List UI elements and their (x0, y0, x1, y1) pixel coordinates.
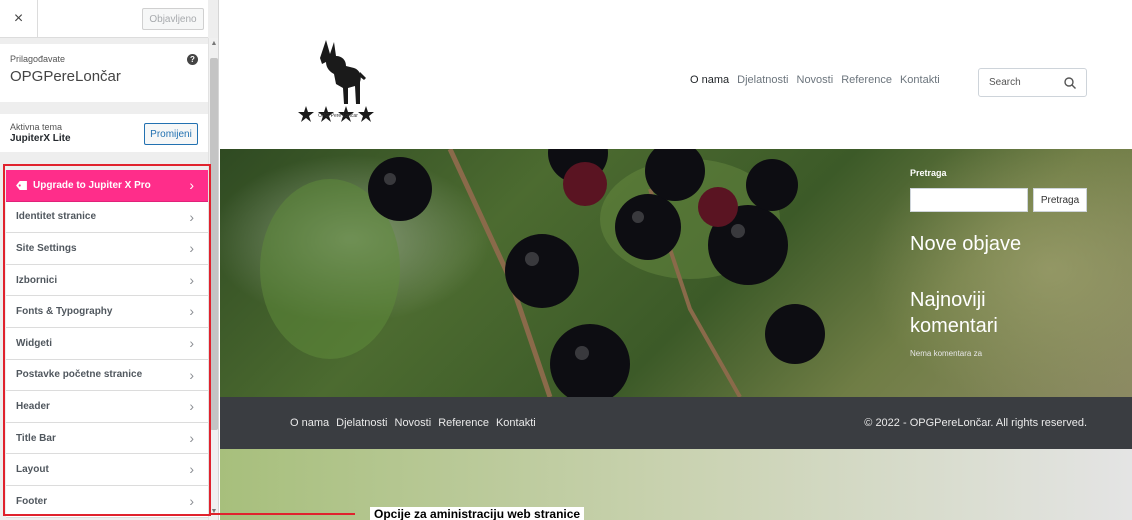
footer-nav-reference[interactable]: Reference (438, 417, 489, 429)
chevron-right-icon: › (189, 334, 194, 351)
nav-item-reference[interactable]: Reference (841, 74, 892, 86)
search-placeholder: Search (989, 77, 1021, 88)
menu-item-widgets[interactable]: Widgeti › (6, 327, 208, 360)
annotation-caption: Opcije za aministraciju web stranice (370, 507, 585, 520)
chevron-right-icon: › (189, 177, 194, 193)
chevron-right-icon: › (189, 398, 194, 415)
menu-item-label: Upgrade to Jupiter X Pro (33, 179, 151, 191)
footer-nav: O nama Djelatnosti Novosti Reference Kon… (290, 417, 536, 429)
scroll-up-arrow-icon[interactable]: ▲ (210, 40, 218, 50)
menu-item-footer[interactable]: Footer › (6, 485, 208, 518)
annotation-line (211, 513, 355, 515)
menu-item-upgrade-pro[interactable]: Upgrade to Jupiter X Pro › (6, 170, 208, 202)
menu-item-fonts-typography[interactable]: Fonts & Typography › (6, 296, 208, 328)
active-theme-label: Aktivna tema (10, 122, 63, 132)
logo-caption: OPG Pere Lončar (318, 113, 358, 119)
menu-item-label: Layout (16, 464, 49, 476)
menu-item-label: Postavke početne stranice (16, 369, 143, 381)
hero-blackberry-image: Pretraga Pretraga Nove objave Najnoviji … (220, 149, 1132, 397)
active-theme-panel: Aktivna tema JupiterX Lite Promijeni (0, 114, 208, 152)
no-comments-text: Nema komentara za (910, 349, 983, 358)
footer-nav-novosti[interactable]: Novosti (395, 417, 432, 429)
chevron-right-icon: › (189, 366, 194, 383)
header-search-input[interactable]: Search (978, 68, 1087, 97)
chevron-right-icon: › (189, 240, 194, 257)
menu-item-label: Fonts & Typography (16, 306, 113, 318)
customizer-screen: × Objavljeno Prilagođavate OPGPereLončar… (0, 0, 1132, 520)
nav-item-novosti[interactable]: Novosti (797, 74, 834, 86)
close-button[interactable]: × (0, 0, 38, 38)
menu-item-site-settings[interactable]: Site Settings › (6, 233, 208, 265)
menu-item-homepage-settings[interactable]: Postavke početne stranice › (6, 359, 208, 392)
footer-nav-djelatnosti[interactable]: Djelatnosti (336, 417, 387, 429)
chevron-right-icon: › (189, 461, 194, 478)
help-icon[interactable]: ? (187, 54, 198, 65)
sidebar-header: × Objavljeno (0, 0, 208, 38)
customizer-menu: Upgrade to Jupiter X Pro › Identitet str… (6, 170, 208, 518)
menu-item-label: Site Settings (16, 242, 77, 254)
chevron-right-icon: › (189, 303, 194, 320)
menu-item-layout[interactable]: Layout › (6, 454, 208, 486)
widget-search-button[interactable]: Pretraga (1033, 188, 1087, 212)
tag-icon (16, 180, 27, 190)
sidebar-scrollbar[interactable]: ▲ ▼ (208, 38, 218, 520)
publish-button[interactable]: Objavljeno (142, 8, 204, 30)
nav-item-djelatnosti[interactable]: Djelatnosti (737, 74, 788, 86)
chevron-right-icon: › (189, 429, 194, 446)
change-theme-button[interactable]: Promijeni (144, 123, 198, 145)
footer-nav-o-nama[interactable]: O nama (290, 417, 329, 429)
menu-item-label: Footer (16, 495, 48, 507)
menu-item-label: Identitet stranice (16, 211, 97, 223)
copyright-text: © 2022 - OPGPereLončar. All rights reser… (864, 417, 1087, 429)
nav-item-kontakti[interactable]: Kontakti (900, 74, 940, 86)
nav-item-o-nama[interactable]: O nama (690, 74, 729, 86)
menu-item-header[interactable]: Header › (6, 391, 208, 423)
menu-item-label: Widgeti (16, 337, 53, 349)
site-info-panel: Prilagođavate OPGPereLončar ? (0, 44, 208, 102)
menu-item-label: Izbornici (16, 274, 58, 286)
customizing-label: Prilagođavate (10, 54, 66, 64)
site-footer: O nama Djelatnosti Novosti Reference Kon… (220, 397, 1132, 449)
chevron-right-icon: › (189, 208, 194, 225)
menu-item-label: Header (16, 400, 50, 412)
menu-item-title-bar[interactable]: Title Bar › (6, 422, 208, 455)
recent-posts-title: Nove objave (910, 233, 1022, 255)
sidebar-widgets: Pretraga Pretraga Nove objave Najnoviji … (910, 149, 1132, 397)
bottom-background-strip (220, 449, 1132, 520)
main-nav: O nama Djelatnosti Novosti Reference Kon… (690, 74, 940, 86)
scrollbar-thumb[interactable] (210, 58, 218, 430)
menu-item-menus[interactable]: Izbornici › (6, 264, 208, 297)
widget-search-label: Pretraga (910, 168, 947, 178)
footer-nav-kontakti[interactable]: Kontakti (496, 417, 536, 429)
site-header: OPG Pere Lončar O nama Djelatnosti Novos… (220, 12, 1132, 149)
search-icon[interactable] (1063, 76, 1077, 90)
customizer-sidebar: × Objavljeno Prilagođavate OPGPereLončar… (0, 0, 219, 520)
site-name: OPGPereLončar (10, 68, 121, 85)
site-preview: OPG Pere Lončar O nama Djelatnosti Novos… (220, 0, 1132, 520)
menu-item-label: Title Bar (16, 432, 56, 444)
recent-comments-title: Najnoviji komentari (910, 289, 998, 337)
widget-search-input[interactable] (910, 188, 1028, 212)
chevron-right-icon: › (189, 271, 194, 288)
menu-item-site-identity[interactable]: Identitet stranice › (6, 201, 208, 234)
chevron-right-icon: › (189, 492, 194, 509)
blackberries-illustration (260, 149, 825, 397)
theme-name: JupiterX Lite (10, 133, 71, 144)
